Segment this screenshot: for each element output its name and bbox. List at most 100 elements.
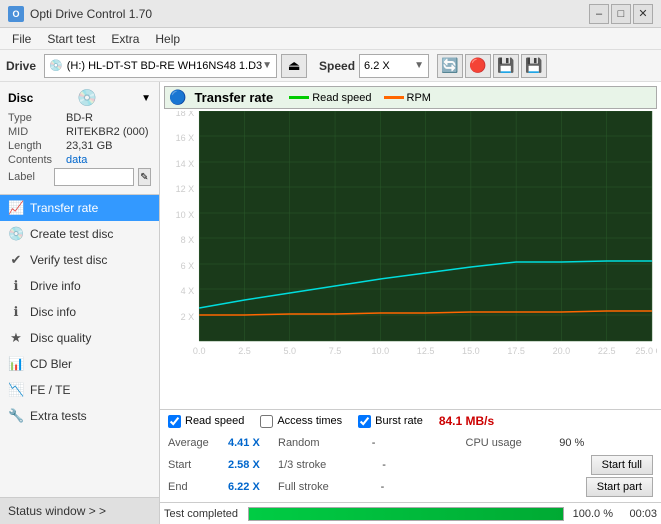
start-value: 2.58 X — [228, 459, 278, 471]
stats-row-average: Average 4.41 X Random - CPU usage 90 % — [168, 432, 653, 454]
access-times-label: Access times — [277, 415, 342, 427]
random-value: - — [372, 437, 466, 449]
nav-item-disc-info[interactable]: ℹ Disc info — [0, 299, 159, 325]
chevron-down-icon: ▼ — [262, 60, 272, 71]
minimize-button[interactable]: – — [589, 4, 609, 24]
cpu-label: CPU usage — [466, 437, 560, 449]
speed-selector[interactable]: 6.2 X ▼ — [359, 54, 429, 78]
cpu-value: 90 % — [559, 437, 653, 449]
disc-label-input[interactable] — [54, 168, 134, 186]
burst-rate-checkbox[interactable]: Burst rate — [358, 415, 423, 428]
svg-text:15.0: 15.0 — [462, 346, 480, 356]
stats-row-end: End 6.22 X Full stroke - Start part — [168, 476, 653, 498]
burst-rate-label: Burst rate — [375, 415, 423, 427]
nav-item-fe-te[interactable]: 📉 FE / TE — [0, 377, 159, 403]
svg-text:2.5: 2.5 — [238, 346, 251, 356]
menu-help[interactable]: Help — [147, 30, 188, 48]
legend-rpm-label: RPM — [407, 92, 431, 104]
drive-label: Drive — [6, 59, 36, 73]
save-button[interactable]: 💾 — [521, 54, 547, 78]
full-stroke-label: Full stroke — [278, 481, 381, 493]
nav-label-verify-test-disc: Verify test disc — [30, 253, 107, 267]
close-button[interactable]: ✕ — [633, 4, 653, 24]
contents-value[interactable]: data — [66, 154, 87, 166]
chart-title: Transfer rate — [194, 90, 273, 105]
stats-area: Read speed Access times Burst rate 84.1 … — [160, 409, 661, 502]
maximize-button[interactable]: □ — [611, 4, 631, 24]
access-times-check[interactable] — [260, 415, 273, 428]
average-value: 4.41 X — [228, 437, 278, 449]
start-part-button[interactable]: Start part — [586, 477, 653, 497]
nav-item-cd-bler[interactable]: 📊 CD Bler — [0, 351, 159, 377]
nav-item-extra-tests[interactable]: 🔧 Extra tests — [0, 403, 159, 429]
burst-rate-check[interactable] — [358, 415, 371, 428]
mid-value: RITEKBR2 (000) — [66, 126, 149, 138]
status-text: Test completed — [164, 508, 244, 520]
menu-file[interactable]: File — [4, 30, 39, 48]
end-value: 6.22 X — [228, 481, 278, 493]
app-icon: O — [8, 6, 24, 22]
end-label: End — [168, 481, 228, 493]
menu-bar: File Start test Extra Help — [0, 28, 661, 50]
extra-tests-icon: 🔧 — [8, 408, 24, 424]
burst-rate-value: 84.1 MB/s — [439, 414, 494, 428]
legend-read-label: Read speed — [312, 92, 371, 104]
create-disc-icon: 💿 — [8, 226, 24, 242]
menu-extra[interactable]: Extra — [103, 30, 147, 48]
third-stroke-label: 1/3 stroke — [278, 459, 382, 471]
drive-value: (H:) HL-DT-ST BD-RE WH16NS48 1.D3 — [67, 60, 262, 72]
chevron-down-speed-icon: ▼ — [414, 60, 424, 71]
nav-item-verify-test-disc[interactable]: ✔ Verify test disc — [0, 247, 159, 273]
info-button[interactable]: 💾 — [493, 54, 519, 78]
chart-area: 🔵 Transfer rate Read speed RPM — [160, 82, 661, 409]
legend-read-speed: Read speed — [289, 92, 371, 104]
drive-toolbar: Drive 💿 (H:) HL-DT-ST BD-RE WH16NS48 1.D… — [0, 50, 661, 82]
settings-button[interactable]: 🔴 — [465, 54, 491, 78]
svg-text:22.5: 22.5 — [598, 346, 616, 356]
chart-title-bar: 🔵 Transfer rate Read speed RPM — [164, 86, 657, 109]
nav-item-transfer-rate[interactable]: 📈 Transfer rate — [0, 195, 159, 221]
legend-read-color — [289, 96, 309, 99]
read-speed-label: Read speed — [185, 415, 244, 427]
contents-label: Contents — [8, 154, 66, 166]
sidebar: Disc 💿 ▼ Type BD-R MID RITEKBR2 (000) Le… — [0, 82, 160, 524]
svg-text:7.5: 7.5 — [329, 346, 342, 356]
main-content: Disc 💿 ▼ Type BD-R MID RITEKBR2 (000) Le… — [0, 82, 661, 524]
disc-expand-icon[interactable]: ▼ — [141, 93, 151, 104]
disc-label-label: Label — [8, 171, 50, 183]
svg-text:0.0: 0.0 — [193, 346, 206, 356]
disc-quality-icon: ★ — [8, 330, 24, 346]
nav-label-drive-info: Drive info — [30, 279, 81, 293]
svg-text:12.5: 12.5 — [417, 346, 435, 356]
length-label: Length — [8, 140, 66, 152]
speed-value: 6.2 X — [364, 60, 390, 72]
read-speed-check[interactable] — [168, 415, 181, 428]
nav-item-create-test-disc[interactable]: 💿 Create test disc — [0, 221, 159, 247]
read-speed-checkbox[interactable]: Read speed — [168, 415, 244, 428]
status-window-button[interactable]: Status window > > — [0, 497, 159, 524]
progress-bar-fill — [249, 508, 563, 520]
refresh-button[interactable]: 🔄 — [437, 54, 463, 78]
random-label: Random — [278, 437, 372, 449]
svg-text:20.0: 20.0 — [553, 346, 571, 356]
third-stroke-value: - — [382, 459, 486, 471]
menu-start-test[interactable]: Start test — [39, 30, 103, 48]
start-full-button[interactable]: Start full — [591, 455, 653, 475]
svg-text:17.5: 17.5 — [507, 346, 525, 356]
verify-disc-icon: ✔ — [8, 252, 24, 268]
svg-text:14 X: 14 X — [176, 159, 195, 169]
elapsed-time: 00:03 — [617, 508, 657, 520]
eject-button[interactable]: ⏏ — [281, 54, 307, 78]
drive-selector[interactable]: 💿 (H:) HL-DT-ST BD-RE WH16NS48 1.D3 ▼ — [44, 54, 277, 78]
legend-rpm: RPM — [384, 92, 431, 104]
nav-item-drive-info[interactable]: ℹ Drive info — [0, 273, 159, 299]
access-times-checkbox[interactable]: Access times — [260, 415, 342, 428]
cd-bler-icon: 📊 — [8, 356, 24, 372]
nav-items: 📈 Transfer rate 💿 Create test disc ✔ Ver… — [0, 195, 159, 497]
label-edit-button[interactable]: ✎ — [138, 168, 151, 186]
disc-info-icon: ℹ — [8, 304, 24, 320]
nav-item-disc-quality[interactable]: ★ Disc quality — [0, 325, 159, 351]
transfer-rate-icon: 📈 — [8, 200, 24, 216]
status-window-label: Status window > > — [8, 504, 106, 518]
disc-panel: Disc 💿 ▼ Type BD-R MID RITEKBR2 (000) Le… — [0, 82, 159, 195]
